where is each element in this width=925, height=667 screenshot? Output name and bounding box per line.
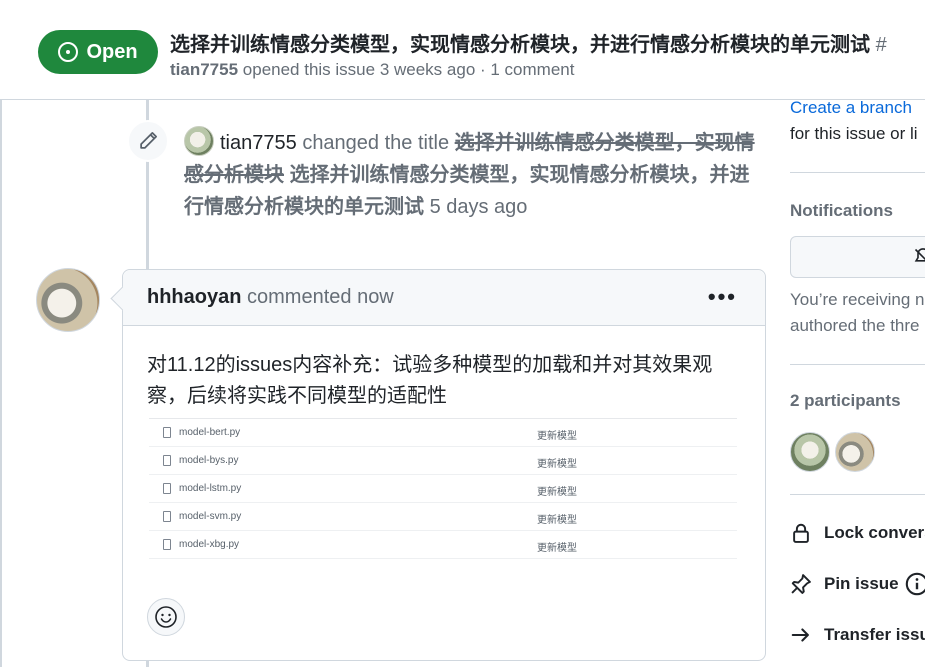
info-icon[interactable] [905,572,925,596]
file-icon [163,539,171,550]
arrow-right-icon [791,628,809,642]
comment-author-avatar[interactable] [36,268,100,332]
file-icon [163,483,171,494]
issue-title-text: 选择并训练情感分类模型，实现情感分析模块，并进行情感分析模块的单元测试 [170,34,870,56]
lock-conversation-button[interactable]: Lock convers [790,518,925,548]
sidebar: Create a branch for this issue or li Not… [790,100,925,667]
divider [790,494,925,495]
comment-body: 对11.12的issues内容补充：试验多种模型的加载和并对其效果观察，后续将实… [147,354,713,407]
issue-page: Open 选择并训练情感分类模型，实现情感分析模块，并进行情感分析模块的单元测试… [0,0,925,667]
issue-author-link[interactable]: tian7755 [170,60,238,79]
subscribe-button[interactable] [790,236,925,278]
comment-author-link[interactable]: hhhaoyan [147,286,241,308]
lock-icon [793,523,809,543]
pin-issue-label: Pin issue [824,574,899,593]
commit-message: 更新模型 [537,431,577,442]
issue-header: Open 选择并训练情感分类模型，实现情感分析模块，并进行情感分析模块的单元测试… [0,0,925,100]
pencil-icon [127,120,169,162]
divider [790,172,925,173]
file-list-image: model-bert.py 更新模型 model-bys.py 更新模型 model-l… [149,418,737,559]
comment-header: hhhaoyan commented now ••• [123,270,765,326]
file-name: model-svm.py [179,511,242,522]
comment-action[interactable]: commented now [247,286,394,308]
event-time[interactable]: 5 days ago [430,196,528,218]
commit-message: 更新模型 [537,459,577,470]
more-options-icon[interactable]: ••• [708,284,737,310]
notifications-reason-line1: You’re receiving n [790,290,925,309]
file-icon [163,511,171,522]
commit-message: 更新模型 [537,543,577,554]
file-name: model-bert.py [179,427,241,438]
file-row: model-lstm.py 更新模型 [149,475,737,503]
issue-number: # [875,34,887,56]
file-row: model-bys.py 更新模型 [149,447,737,475]
issue-meta-text: opened this issue 3 weeks ago · 1 commen… [242,60,575,79]
issue-state-badge: Open [38,30,158,74]
notifications-reason-line2: authored the thre [790,316,920,335]
transfer-issue-label: Transfer issu [824,625,925,644]
file-name: model-bys.py [179,455,239,466]
divider [790,364,925,365]
comment-byline: hhhaoyan commented now [147,286,394,309]
comment-box: hhhaoyan commented now ••• 对11.12的issues… [122,269,766,661]
notifications-heading: Notifications [790,201,893,220]
participant-avatar[interactable] [835,432,875,472]
file-row: model-svm.py 更新模型 [149,503,737,531]
file-row: model-xbg.py 更新模型 [149,531,737,559]
create-branch-subtext: for this issue or li [790,124,918,143]
file-row: model-bert.py 更新模型 [149,419,737,447]
pin-issue-button[interactable]: Pin issue [790,569,925,599]
avatar[interactable] [184,126,214,156]
page-left-border [0,0,2,667]
transfer-issue-button[interactable]: Transfer issu [790,620,925,650]
issue-state-label: Open [86,40,138,63]
file-icon [163,427,171,438]
issue-open-icon [58,42,79,62]
create-branch-link[interactable]: Create a branch [790,100,912,118]
participant-avatar[interactable] [790,432,830,472]
file-name: model-xbg.py [179,539,240,550]
file-name: model-lstm.py [179,483,242,494]
event-actor-link[interactable]: tian7755 [220,132,297,154]
commit-message: 更新模型 [537,487,577,498]
title-change-event: tian7755 changed the title 选择并训练情感分类模型，实… [184,126,769,223]
commit-message: 更新模型 [537,515,577,526]
participants-heading: 2 participants [790,391,901,410]
event-action: changed the title [302,132,450,154]
issue-meta: tian7755 opened this issue 3 weeks ago ·… [170,60,574,80]
issue-title: 选择并训练情感分类模型，实现情感分析模块，并进行情感分析模块的单元测试 # [170,28,925,57]
smiley-icon [155,606,177,628]
bell-slash-icon [914,248,925,262]
lock-conversation-label: Lock convers [824,523,925,542]
file-icon [163,455,171,466]
pin-icon [791,574,811,594]
add-reaction-button[interactable] [147,598,185,636]
